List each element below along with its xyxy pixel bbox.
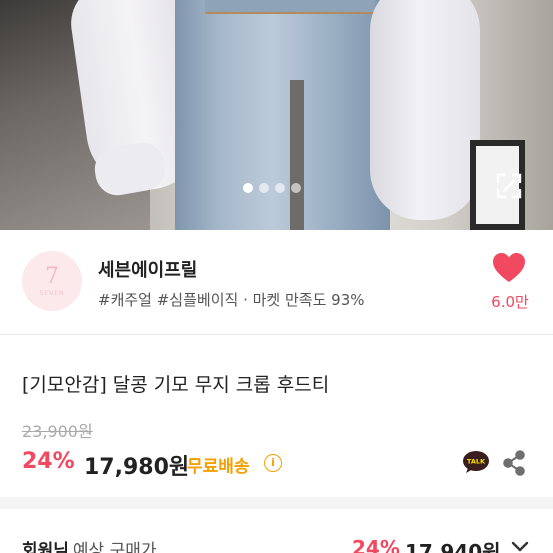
share-icon[interactable] [502, 450, 526, 476]
product-image-carousel[interactable] [0, 0, 553, 230]
like-count: 6.0만 [491, 293, 529, 311]
carousel-dot[interactable] [291, 183, 301, 193]
photo-jeans-gap [290, 80, 304, 230]
member-price-row[interactable]: 회원님 예상 구매가 [22, 536, 157, 553]
product-title: [기모안감] 달콩 기모 무지 크롭 후드티 [22, 374, 330, 396]
shop-logo-word: SEVEN [39, 289, 65, 297]
photo-jeans-waistband [205, 0, 375, 14]
sale-price: 17,980원 [84, 455, 190, 480]
member-sub-label: 예상 구매가 [72, 541, 157, 553]
photo-jeans [175, 0, 390, 230]
shop-tags: #캐주얼 #심플베이직 · 마켓 만족도 93% [98, 291, 365, 309]
discount-rate: 24% [22, 449, 75, 474]
shop-name[interactable]: 세븐에이프릴 [98, 256, 197, 282]
free-shipping-badge: 무료배송 [187, 457, 250, 477]
chevron-down-icon[interactable] [510, 540, 530, 553]
carousel-dot[interactable] [275, 183, 285, 193]
carousel-indicator [243, 183, 301, 193]
heart-icon[interactable] [492, 252, 526, 284]
carousel-dot[interactable] [243, 183, 253, 193]
member-discount-rate: 24% [352, 536, 400, 553]
original-price: 23,900원 [22, 422, 93, 441]
expand-icon[interactable] [496, 173, 522, 199]
shop-logo-number: 7 [45, 263, 59, 289]
shop-logo[interactable]: 7 SEVEN [22, 251, 82, 311]
kakaotalk-icon[interactable]: TALK [462, 450, 490, 474]
section-divider [0, 334, 553, 335]
member-label: 회원님 [22, 541, 69, 553]
info-icon[interactable]: i [264, 454, 282, 472]
photo-sweatshirt-sleeve-right [370, 0, 480, 220]
carousel-dot[interactable] [259, 183, 269, 193]
shop-info[interactable] [0, 230, 553, 334]
section-separator [0, 497, 553, 509]
svg-text:TALK: TALK [467, 458, 486, 466]
member-expected-price: 17,940원 [405, 540, 501, 553]
